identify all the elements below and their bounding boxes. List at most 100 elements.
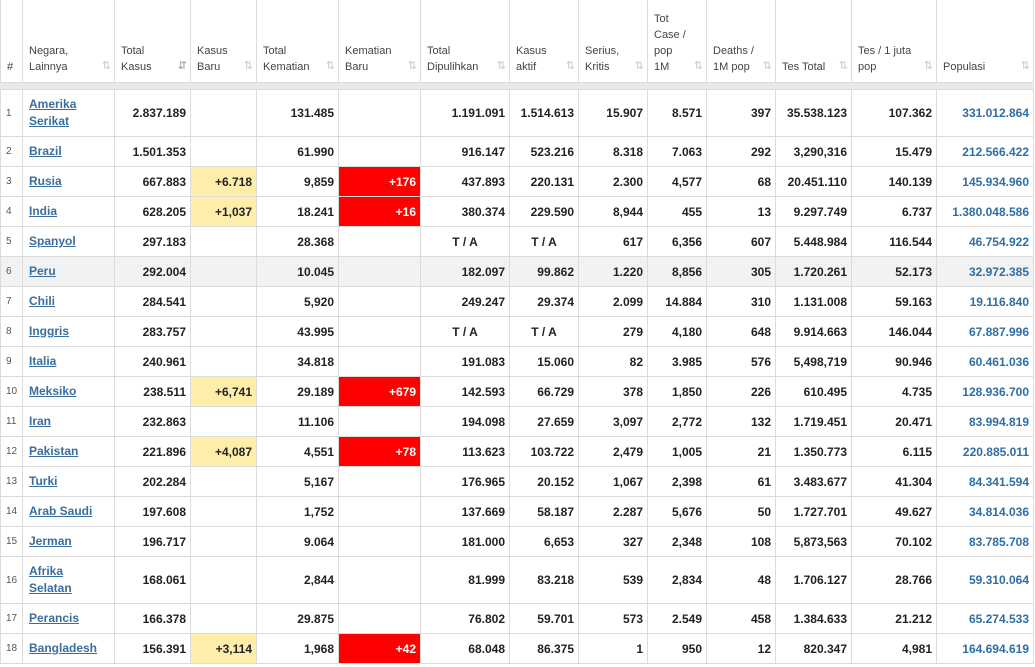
cell-total_recovered: 1.191.091 <box>420 89 510 137</box>
sort-icon[interactable]: ⇅ <box>763 58 772 74</box>
cell-deaths_per_1m: 648 <box>706 316 776 347</box>
covid-stats-table: # Negara, Lainnya ⇅ Total Kasus ⇵ Kasus Baru ⇅… <box>0 0 1034 664</box>
cell-new_deaths: +679 <box>338 376 421 407</box>
country-link[interactable]: Italia <box>29 354 56 368</box>
table-row: 18 Bangladesh 156.391 +3,114 1,968 +42 68.048 8… <box>0 633 1034 664</box>
cell-deaths_per_1m: 576 <box>706 346 776 377</box>
sort-icon[interactable]: ⇅ <box>635 58 644 74</box>
cell-total_deaths: 29.189 <box>256 376 339 407</box>
column-header-deaths_per_1m[interactable]: Deaths / 1M pop ⇅ <box>706 0 776 83</box>
country-link[interactable]: Bangladesh <box>29 641 97 655</box>
cell-total_recovered: 113.623 <box>420 436 510 467</box>
sort-icon[interactable]: ⇅ <box>694 58 703 74</box>
country-link[interactable]: Amerika Serikat <box>29 97 76 128</box>
sort-icon[interactable]: ⇅ <box>102 58 111 74</box>
column-header-total_deaths[interactable]: Total Kematian ⇅ <box>256 0 339 83</box>
cell-total_deaths: 1,752 <box>256 496 339 527</box>
cell-cases_per_1m: 6,356 <box>647 226 707 257</box>
cell-cases_per_1m: 7.063 <box>647 136 707 167</box>
cell-cases_per_1m: 1,850 <box>647 376 707 407</box>
sort-icon[interactable]: ⇅ <box>244 58 253 74</box>
cell-serious: 2.300 <box>578 166 648 197</box>
column-header-label: Total Dipulihkan <box>427 45 479 73</box>
column-header-new_cases[interactable]: Kasus Baru ⇅ <box>190 0 257 83</box>
table-row: 9 Italia 240.961 34.818 191.083 15.060 82 3.985… <box>0 346 1034 377</box>
country-link[interactable]: Rusia <box>29 174 62 188</box>
sort-icon[interactable]: ⇅ <box>1021 58 1030 74</box>
country-link[interactable]: Turki <box>29 474 57 488</box>
column-header-population[interactable]: Populasi ⇅ <box>936 0 1034 83</box>
column-header-total_recovered[interactable]: Total Dipulihkan ⇅ <box>420 0 510 83</box>
cell-new_cases <box>190 496 257 527</box>
cell-population: 34.814.036 <box>936 496 1034 527</box>
column-header-cases_per_1m[interactable]: Tot Case / pop 1M ⇅ <box>647 0 707 83</box>
cell-new_cases <box>190 406 257 437</box>
sort-icon[interactable]: ⇵ <box>178 58 187 74</box>
cell-total_deaths: 11.106 <box>256 406 339 437</box>
cell-total_recovered: T / A <box>420 316 510 347</box>
column-header-active_cases[interactable]: Kasus aktif ⇅ <box>509 0 579 83</box>
country-link[interactable]: Jerman <box>29 534 72 548</box>
table-row: 15 Jerman 196.717 9.064 181.000 6,653 327 2,348… <box>0 526 1034 557</box>
cell-country: Pakistan <box>22 436 115 467</box>
cell-tests_per_1m: 140.139 <box>851 166 937 197</box>
country-link[interactable]: Perancis <box>29 611 79 625</box>
cell-deaths_per_1m: 108 <box>706 526 776 557</box>
column-header-total_tests[interactable]: Tes Total ⇅ <box>775 0 852 83</box>
cell-country: Amerika Serikat <box>22 89 115 137</box>
cell-new_cases <box>190 603 257 634</box>
country-link[interactable]: Brazil <box>29 144 62 158</box>
cell-total_recovered: 182.097 <box>420 256 510 287</box>
cell-new_cases <box>190 226 257 257</box>
cell-cases_per_1m: 8,856 <box>647 256 707 287</box>
cell-tests_per_1m: 6.115 <box>851 436 937 467</box>
cell-total_recovered: T / A <box>420 226 510 257</box>
table-row: 2 Brazil 1.501.353 61.990 916.147 523.216 8.31… <box>0 136 1034 167</box>
country-link[interactable]: Pakistan <box>29 444 78 458</box>
column-header-new_deaths[interactable]: Kematian Baru ⇅ <box>338 0 421 83</box>
cell-cases_per_1m: 950 <box>647 633 707 664</box>
country-link[interactable]: Arab Saudi <box>29 504 92 518</box>
cell-deaths_per_1m: 48 <box>706 556 776 604</box>
sort-icon[interactable]: ⇅ <box>924 58 933 74</box>
cell-deaths_per_1m: 61 <box>706 466 776 497</box>
country-link[interactable]: Meksiko <box>29 384 76 398</box>
country-link[interactable]: Spanyol <box>29 234 76 248</box>
cell-cases_per_1m: 2,834 <box>647 556 707 604</box>
cell-tests_per_1m: 116.544 <box>851 226 937 257</box>
cell-total_tests: 610.495 <box>775 376 852 407</box>
column-header-tests_per_1m[interactable]: Tes / 1 juta pop ⇅ <box>851 0 937 83</box>
sort-icon[interactable]: ⇅ <box>408 58 417 74</box>
cell-total_tests: 9.914.663 <box>775 316 852 347</box>
country-link[interactable]: Iran <box>29 414 51 428</box>
cell-new_deaths <box>338 526 421 557</box>
cell-population: 212.566.422 <box>936 136 1034 167</box>
table-row: 6 Peru 292.004 10.045 182.097 99.862 1.220 8,85… <box>0 256 1034 287</box>
cell-total_tests: 1.350.773 <box>775 436 852 467</box>
cell-cases_per_1m: 14.884 <box>647 286 707 317</box>
cell-total_cases: 196.717 <box>114 526 191 557</box>
cell-new_deaths <box>338 466 421 497</box>
country-link[interactable]: Afrika Selatan <box>29 564 72 595</box>
cell-new_cases: +6.718 <box>190 166 257 197</box>
country-link[interactable]: Chili <box>29 294 55 308</box>
cell-num: 5 <box>0 226 23 257</box>
column-header-total_cases[interactable]: Total Kasus ⇵ <box>114 0 191 83</box>
cell-active_cases: 66.729 <box>509 376 579 407</box>
sort-icon[interactable]: ⇅ <box>326 58 335 74</box>
column-header-serious[interactable]: Serius, Kritis ⇅ <box>578 0 648 83</box>
country-link[interactable]: India <box>29 204 57 218</box>
cell-num: 11 <box>0 406 23 437</box>
cell-serious: 2.099 <box>578 286 648 317</box>
country-link[interactable]: Peru <box>29 264 56 278</box>
cell-active_cases: 58.187 <box>509 496 579 527</box>
cell-deaths_per_1m: 292 <box>706 136 776 167</box>
column-header-country[interactable]: Negara, Lainnya ⇅ <box>22 0 115 83</box>
cell-total_deaths: 131.485 <box>256 89 339 137</box>
cell-total_tests: 1.131.008 <box>775 286 852 317</box>
sort-icon[interactable]: ⇅ <box>566 58 575 74</box>
country-link[interactable]: Inggris <box>29 324 69 338</box>
cell-new_cases <box>190 526 257 557</box>
sort-icon[interactable]: ⇅ <box>839 58 848 74</box>
sort-icon[interactable]: ⇅ <box>497 58 506 74</box>
